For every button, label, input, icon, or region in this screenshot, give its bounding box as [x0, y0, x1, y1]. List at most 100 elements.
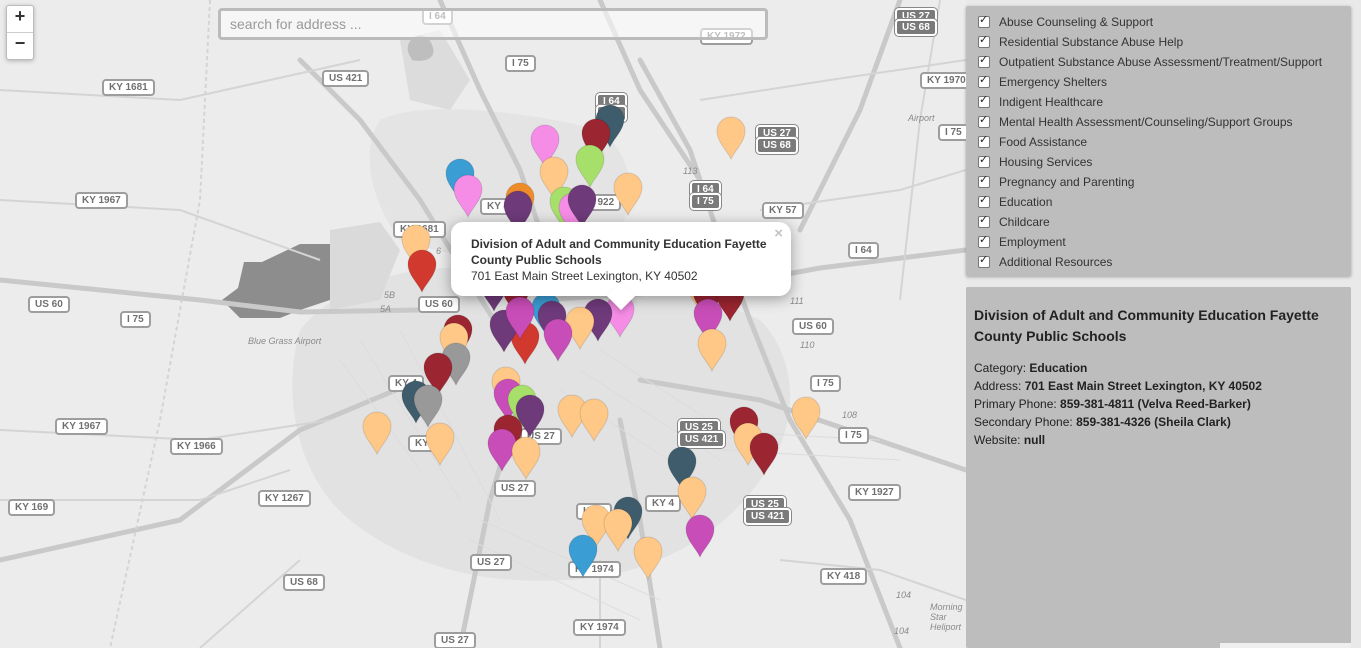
road-shield: US 68	[283, 574, 325, 591]
primary-phone-value: 859-381-4811 (Velva Reed-Barker)	[1060, 397, 1251, 411]
road-shield: KY 1267	[258, 490, 311, 507]
map-marker[interactable]	[505, 296, 535, 340]
map-marker[interactable]	[697, 328, 727, 372]
map-marker[interactable]	[579, 398, 609, 442]
map-marker[interactable]	[575, 144, 605, 188]
road-shield: KY 1967	[55, 418, 108, 435]
filter-checkbox[interactable]	[978, 133, 990, 148]
map-marker[interactable]	[511, 436, 541, 480]
filter-checkbox[interactable]	[978, 193, 990, 208]
road-shield: US 60	[28, 296, 70, 313]
road-shield: KY 57	[762, 202, 804, 219]
road-shield: KY 1927	[848, 484, 901, 501]
details-category: Category: Education	[974, 359, 1343, 377]
details-secondary-phone: Secondary Phone: 859-381-4326 (Sheila Cl…	[974, 413, 1343, 431]
filter-checkbox[interactable]	[978, 173, 990, 188]
road-shield: US 60	[792, 318, 834, 335]
details-primary-phone: Primary Phone: 859-381-4811 (Velva Reed-…	[974, 395, 1343, 413]
filter-checkbox[interactable]	[978, 113, 990, 128]
details-website: Website: null	[974, 431, 1343, 449]
map-marker[interactable]	[453, 174, 483, 218]
secondary-phone-value: 859-381-4326 (Sheila Clark)	[1076, 415, 1231, 429]
map-marker[interactable]	[633, 536, 663, 580]
road-shield: KY 418	[820, 568, 868, 585]
details-address: Address: 701 East Main Street Lexington,…	[974, 377, 1343, 395]
road-shield: I 75	[120, 311, 151, 328]
map-marker[interactable]	[543, 318, 573, 362]
exit-113-label: 113	[683, 166, 698, 176]
filter-item[interactable]: Emergency Shelters	[978, 72, 1351, 92]
filter-label: Housing Services	[999, 155, 1093, 169]
filter-checkbox[interactable]	[978, 233, 990, 248]
filter-label: Additional Resources	[999, 255, 1113, 269]
filter-item[interactable]: Abuse Counseling & Support	[978, 12, 1351, 32]
map-marker[interactable]	[407, 249, 437, 293]
road-shield: KY 1974	[573, 619, 626, 636]
filter-item[interactable]: Residential Substance Abuse Help	[978, 32, 1351, 52]
road-shield: US 68	[756, 137, 798, 154]
filter-checkbox[interactable]	[978, 13, 990, 28]
address-search	[218, 8, 768, 40]
filter-item[interactable]: Indigent Healthcare	[978, 92, 1351, 112]
map[interactable]: + − I 64KY 1972US 27US 68US 421I 75KY 16…	[0, 0, 966, 648]
map-marker[interactable]	[716, 116, 746, 160]
filter-label: Education	[999, 195, 1053, 209]
map-marker[interactable]	[791, 396, 821, 440]
filter-item[interactable]: Education	[978, 192, 1351, 212]
primary-phone-label: Primary Phone:	[974, 397, 1057, 411]
road-shield: US 27	[470, 554, 512, 571]
marker-popup: × Division of Adult and Community Educat…	[451, 222, 791, 311]
airport-label: Blue Grass Airport	[248, 336, 322, 346]
filter-label: Indigent Healthcare	[999, 95, 1104, 109]
filter-item[interactable]: Outpatient Substance Abuse Assessment/Tr…	[978, 52, 1351, 72]
address-value: 701 East Main Street Lexington, KY 40502	[1024, 379, 1262, 393]
map-marker[interactable]	[749, 432, 779, 476]
road-shield: KY 1970	[920, 72, 966, 89]
filter-item[interactable]: Additional Resources	[978, 252, 1351, 272]
map-marker[interactable]	[425, 422, 455, 466]
heliport-label: Morning Star Heliport	[930, 602, 963, 632]
map-marker[interactable]	[362, 411, 392, 455]
filter-item[interactable]: Food Assistance	[978, 132, 1351, 152]
road-shield: KY 169	[8, 499, 56, 516]
map-marker[interactable]	[613, 172, 643, 216]
secondary-phone-label: Secondary Phone:	[974, 415, 1073, 429]
road-shield: I 75	[505, 55, 536, 72]
filter-label: Childcare	[999, 215, 1050, 229]
road-shield: I 64	[848, 242, 879, 259]
zoom-control: + −	[6, 5, 34, 60]
road-shield: KY 1681	[102, 79, 155, 96]
category-filter-panel: Abuse Counseling & Support Residential Su…	[966, 6, 1351, 276]
filter-label: Employment	[999, 235, 1066, 249]
road-shield: US 421	[322, 70, 370, 87]
details-panel: Division of Adult and Community Educatio…	[966, 287, 1351, 648]
details-title: Division of Adult and Community Educatio…	[974, 307, 1319, 344]
filter-item[interactable]: Childcare	[978, 212, 1351, 232]
zoom-in-button[interactable]: +	[7, 6, 33, 32]
filter-item[interactable]: Mental Health Assessment/Counseling/Supp…	[978, 112, 1351, 132]
exit-5b-label: 5B	[384, 290, 396, 300]
website-value: null	[1023, 433, 1046, 447]
filter-checkbox[interactable]	[978, 93, 990, 108]
filter-checkbox[interactable]	[978, 153, 990, 168]
road-shield: I 75	[938, 124, 966, 141]
exit-108-label: 108	[842, 410, 858, 420]
map-marker[interactable]	[603, 508, 633, 552]
filter-item[interactable]: Pregnancy and Parenting	[978, 172, 1351, 192]
filter-item[interactable]: Housing Services	[978, 152, 1351, 172]
road-shield: US 27	[434, 632, 476, 648]
filter-checkbox[interactable]	[978, 53, 990, 68]
zoom-out-button[interactable]: −	[7, 32, 33, 59]
category-label: Category:	[974, 361, 1027, 375]
popup-close-button[interactable]: ×	[774, 225, 783, 242]
filter-checkbox[interactable]	[978, 33, 990, 48]
filter-label: Outpatient Substance Abuse Assessment/Tr…	[999, 55, 1323, 69]
map-marker[interactable]	[568, 534, 598, 578]
filter-checkbox[interactable]	[978, 253, 990, 268]
exit-111-label: 111	[790, 296, 804, 306]
search-input[interactable]	[221, 11, 765, 37]
filter-checkbox[interactable]	[978, 213, 990, 228]
map-marker[interactable]	[685, 514, 715, 558]
filter-checkbox[interactable]	[978, 73, 990, 88]
filter-item[interactable]: Employment	[978, 232, 1351, 252]
